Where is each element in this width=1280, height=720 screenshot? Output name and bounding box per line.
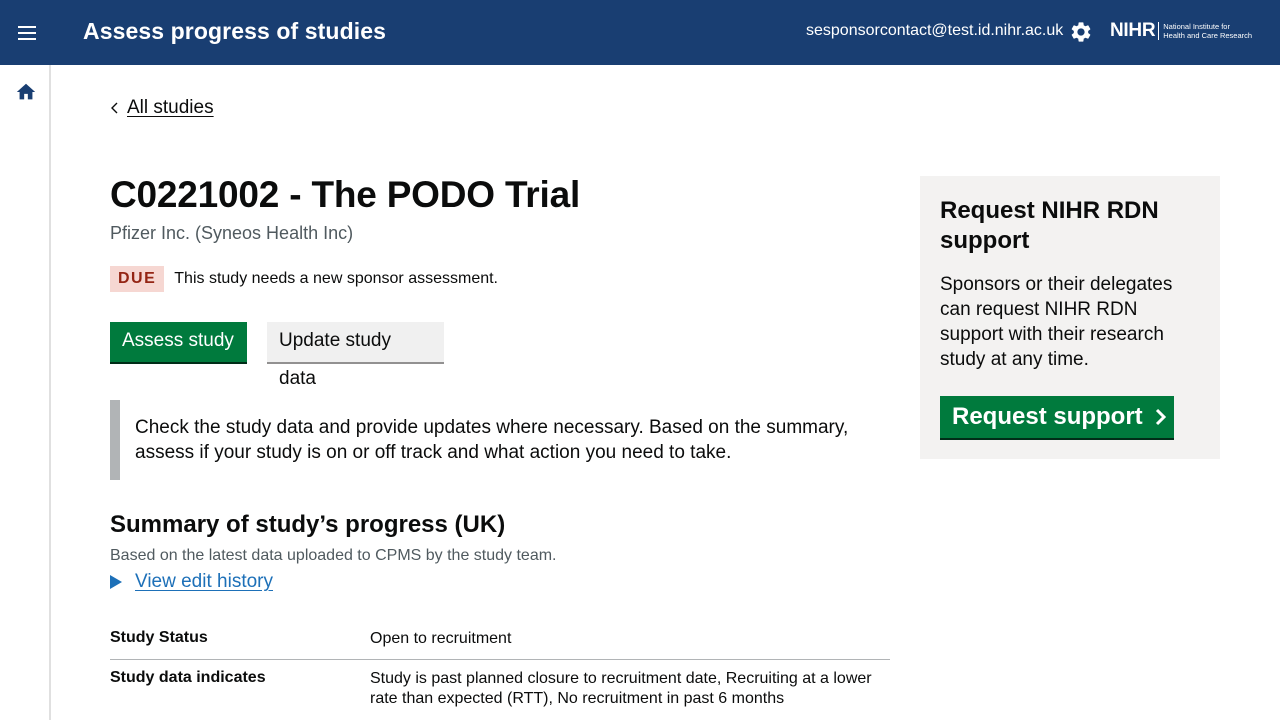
nihr-logo[interactable]: NIHR National Institute for Health and C…	[1110, 19, 1252, 43]
summary-row: Study Status Open to recruitment	[110, 620, 890, 660]
menu-icon[interactable]	[14, 20, 40, 46]
update-study-data-button[interactable]: Update study data	[267, 322, 444, 389]
home-icon[interactable]	[15, 81, 37, 103]
logo-divider	[1158, 22, 1160, 40]
user-email: sesponsorcontact@test.id.nihr.ac.uk	[806, 22, 1064, 39]
request-support-label: Request support	[952, 403, 1143, 430]
summary-heading: Summary of study’s progress (UK)	[110, 511, 506, 538]
top-header: Assess progress of studies sesponsorcont…	[0, 0, 1280, 65]
summary-row: Study data indicates Study is past plann…	[110, 660, 890, 709]
sponsor-name: Pfizer Inc. (Syneos Health Inc)	[110, 223, 354, 243]
view-edit-history-link[interactable]: View edit history	[135, 571, 273, 593]
summary-key: Study Status	[110, 629, 208, 646]
request-support-button[interactable]: Request support	[940, 396, 1174, 438]
view-edit-history-toggle[interactable]: View edit history	[110, 571, 273, 593]
chevron-left-icon	[111, 102, 118, 114]
chevron-right-icon	[1155, 408, 1166, 426]
summary-list: Study Status Open to recruitment Study d…	[110, 620, 890, 709]
status-badge: DUE	[110, 266, 165, 292]
status-row: DUE This study needs a new sponsor asses…	[110, 266, 498, 292]
panel-heading: Request NIHR RDN support	[940, 197, 1159, 254]
app-title: Assess progress of studies	[83, 18, 386, 44]
logo-subtitle: National Institute for Health and Care R…	[1163, 22, 1252, 40]
gear-icon[interactable]	[1069, 20, 1093, 44]
back-nav[interactable]: All studies	[110, 97, 214, 119]
triangle-right-icon	[110, 575, 122, 589]
summary-key: Study data indicates	[110, 669, 266, 686]
logo-subtitle-line1: National Institute for	[1163, 22, 1230, 31]
side-rail	[0, 65, 51, 720]
summary-value: Study is past planned closure to recruit…	[370, 670, 872, 707]
request-support-panel: Request NIHR RDN support Sponsors or the…	[920, 176, 1220, 459]
status-text: This study needs a new sponsor assessmen…	[174, 270, 498, 287]
assess-study-button[interactable]: Assess study	[110, 322, 247, 362]
summary-subtext: Based on the latest data uploaded to CPM…	[110, 547, 557, 564]
logo-main-text: NIHR	[1110, 20, 1156, 41]
panel-body: Sponsors or their delegates can request …	[940, 274, 1173, 370]
all-studies-link[interactable]: All studies	[127, 97, 214, 119]
inset-text: Check the study data and provide updates…	[110, 400, 870, 480]
page-title: C0221002 - The PODO Trial	[110, 174, 581, 215]
summary-value: Open to recruitment	[370, 630, 512, 647]
logo-subtitle-line2: Health and Care Research	[1163, 31, 1253, 40]
